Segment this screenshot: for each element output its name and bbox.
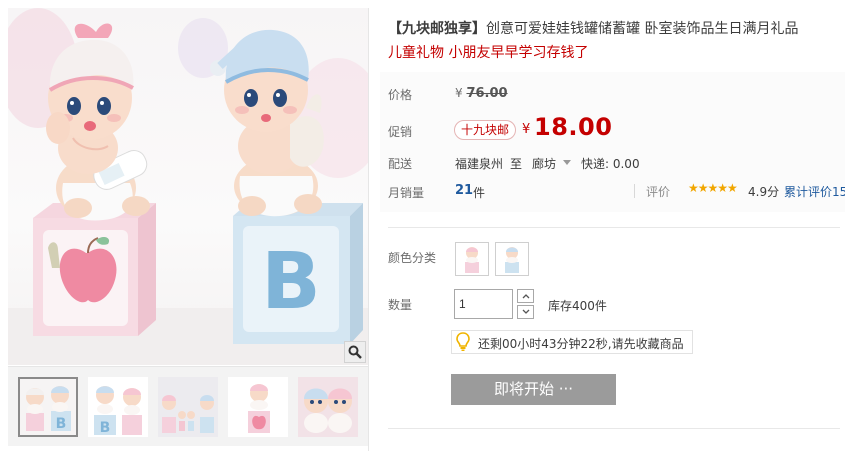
review-label: 评价 — [646, 185, 671, 199]
product-title: 【九块邮独享】创意可爱娃娃钱罐储蓄罐 卧室装饰品生日满月礼品 — [388, 18, 840, 40]
title-main: 创意可爱娃娃钱罐储蓄罐 卧室装饰品生日满月礼品 — [486, 21, 799, 37]
color-option-blue-image — [496, 243, 528, 275]
thumbnail-4-image — [228, 377, 288, 437]
rating-stars-icon: ★★★★★ — [688, 181, 738, 195]
thumbnail-1[interactable]: B — [18, 377, 78, 437]
price-label: 价格 — [388, 88, 413, 102]
coming-soon-button[interactable]: 即将开始 ··· — [451, 374, 616, 405]
sale-price-currency: ¥ — [522, 122, 531, 137]
title-tag: 【九块邮独享】 — [388, 21, 486, 37]
svg-text:B: B — [261, 237, 320, 327]
thumbnail-3-image — [158, 377, 218, 437]
thumbnail-5-image — [298, 377, 358, 437]
product-page: B B B 【九块邮独享】创意可爱娃娃钱罐储蓄罐 卧室装饰品生日满月礼品 儿童礼… — [0, 0, 845, 451]
quantity-increase-button[interactable] — [517, 289, 534, 303]
color-option-pink[interactable] — [455, 242, 489, 276]
rating-score: 4.9分 — [748, 185, 780, 199]
color-option-pink-image — [456, 243, 488, 275]
thumbnail-2[interactable]: B — [88, 377, 148, 437]
shipping-label: 配送 — [388, 157, 413, 171]
thumbnail-2-image: B — [88, 377, 148, 437]
promo-tag: 十九块邮 — [454, 120, 517, 140]
svg-text:B: B — [56, 416, 67, 432]
monthly-sales-label: 月销量 — [388, 186, 425, 200]
chevron-up-icon — [522, 294, 529, 299]
thumbnail-strip: B B — [8, 366, 368, 446]
promo-label: 促销 — [388, 125, 413, 139]
stock-count: 库存400件 — [548, 299, 607, 313]
monthly-sales-count: 21 — [455, 183, 474, 198]
chevron-down-icon[interactable] — [563, 160, 571, 165]
countdown-text: 还剩00小时43分钟22秒,请先收藏商品 — [478, 337, 684, 351]
zoom-button[interactable] — [344, 341, 366, 363]
gallery-border — [368, 8, 369, 451]
cumulative-reviews-link[interactable]: 累计评价15 — [784, 183, 845, 200]
original-price: ¥ 76.00 — [455, 86, 508, 101]
magnifier-icon — [348, 345, 362, 359]
thumbnail-1-image: B — [20, 379, 76, 435]
original-price-currency: ¥ — [455, 86, 463, 100]
quantity-decrease-button[interactable] — [517, 305, 534, 319]
thumbnail-5[interactable] — [298, 377, 358, 437]
shipping-origin: 福建泉州 — [455, 157, 504, 171]
quantity-input[interactable] — [454, 289, 513, 319]
bottom-divider — [388, 428, 840, 429]
section-divider — [388, 227, 840, 228]
svg-text:B: B — [100, 420, 111, 436]
baby-figurines-illustration: B — [8, 8, 368, 365]
monthly-sales-unit: 件 — [473, 186, 486, 200]
color-option-blue[interactable] — [495, 242, 529, 276]
color-category-label: 颜色分类 — [388, 251, 437, 265]
lightbulb-icon — [456, 332, 470, 351]
divider — [634, 184, 635, 198]
shipping-destination-selector[interactable]: 廊坊 — [532, 155, 556, 172]
shipping-to-word: 至 — [510, 157, 523, 171]
main-product-image[interactable]: B — [8, 8, 368, 365]
sale-price: 18.00 — [534, 113, 613, 141]
original-price-value: 76.00 — [466, 86, 508, 101]
thumbnail-4[interactable] — [228, 377, 288, 437]
thumbnail-3[interactable] — [158, 377, 218, 437]
shipping-fee: 快递: 0.00 — [581, 157, 640, 171]
chevron-down-icon — [522, 309, 529, 314]
quantity-label: 数量 — [388, 298, 413, 312]
product-subtitle: 儿童礼物 小朋友早早学习存钱了 — [388, 45, 589, 61]
